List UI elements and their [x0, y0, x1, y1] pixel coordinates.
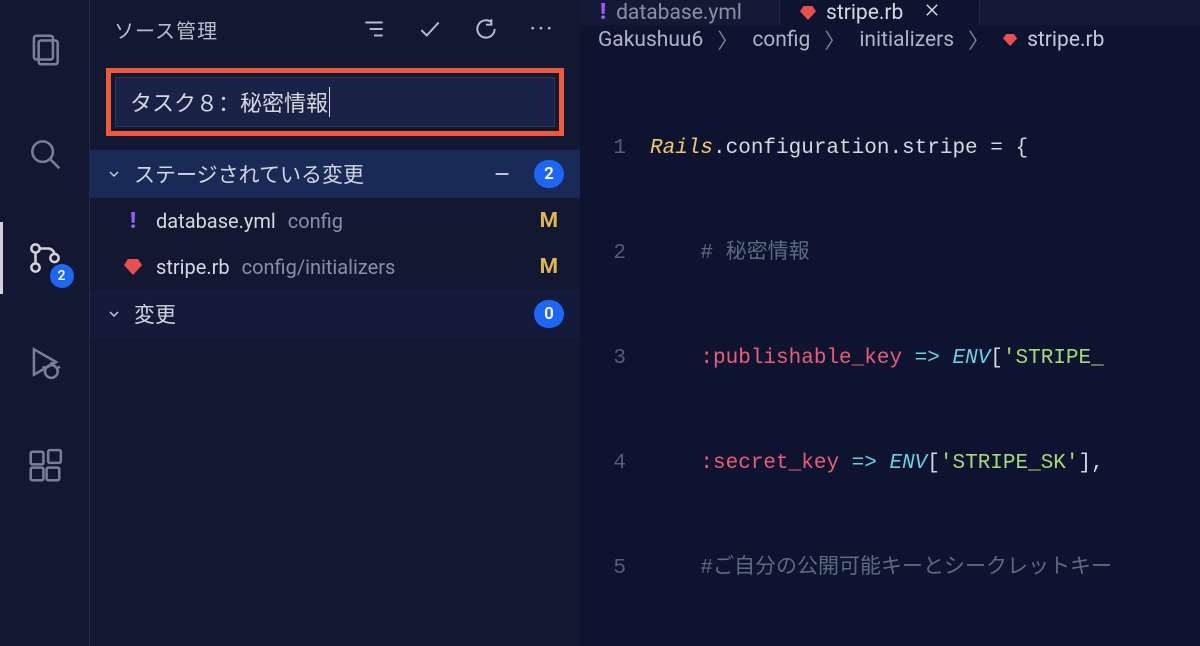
- refresh-button[interactable]: [464, 7, 508, 51]
- file-status: M: [540, 209, 562, 233]
- minus-icon: [491, 163, 513, 185]
- tab-database-yml[interactable]: ! database.yml: [580, 0, 780, 25]
- tab-label: database.yml: [616, 1, 742, 25]
- source-control-activity[interactable]: 2: [0, 222, 90, 294]
- check-icon: [417, 16, 443, 42]
- changes-count-badge: 0: [534, 300, 564, 328]
- search-activity[interactable]: [0, 118, 90, 190]
- ruby-file-icon: [800, 6, 816, 20]
- code-editor[interactable]: 1Rails.configuration.stripe = { 2 # 秘密情報…: [580, 55, 1200, 646]
- line-number: 1: [580, 131, 650, 166]
- file-status: M: [540, 255, 562, 279]
- staged-changes-label: ステージされている変更: [134, 159, 470, 189]
- commit-button[interactable]: [408, 7, 452, 51]
- ruby-file-icon: [122, 256, 144, 278]
- unstage-all-button[interactable]: [480, 152, 524, 196]
- view-as-tree-button[interactable]: [352, 7, 396, 51]
- scm-badge: 2: [50, 264, 74, 288]
- chevron-down-icon: [104, 304, 124, 324]
- tab-label: stripe.rb: [826, 1, 903, 25]
- editor-tabs: ! database.yml stripe.rb: [580, 0, 1200, 25]
- crumb[interactable]: Gakushuu6: [598, 28, 703, 52]
- file-name: database.yml: [156, 209, 276, 233]
- cursor: [329, 87, 330, 117]
- file-path: config/initializers: [242, 255, 396, 279]
- file-path: config: [288, 209, 343, 233]
- refresh-icon: [473, 16, 499, 42]
- file-name: stripe.rb: [156, 255, 230, 279]
- editor-group: ! database.yml stripe.rb Gakushuu6 〉 con…: [580, 0, 1200, 646]
- staged-changes-section[interactable]: ステージされている変更 2: [90, 150, 580, 198]
- chevron-right-icon: 〉: [717, 25, 738, 55]
- crumb[interactable]: config: [752, 28, 810, 52]
- changes-section[interactable]: 変更 0: [90, 290, 580, 338]
- chevron-right-icon: 〉: [968, 25, 989, 55]
- panel-header: ソース管理 ···: [90, 0, 580, 58]
- file-row[interactable]: ! database.yml config M: [90, 198, 580, 244]
- extensions-icon: [26, 447, 64, 485]
- activity-bar: 2: [0, 0, 90, 646]
- line-number: 3: [580, 341, 650, 376]
- source-control-panel: ソース管理 ··· タスク８：秘密情報 ステージされている変更 2: [90, 0, 580, 646]
- panel-title: ソース管理: [114, 15, 340, 44]
- yaml-file-icon: !: [122, 210, 144, 232]
- chevron-right-icon: 〉: [824, 25, 845, 55]
- line-number: 5: [580, 551, 650, 586]
- ruby-file-icon: [1003, 34, 1017, 46]
- extensions-activity[interactable]: [0, 430, 90, 502]
- run-debug-activity[interactable]: [0, 326, 90, 398]
- commit-message-highlight: タスク８：秘密情報: [106, 68, 564, 136]
- crumb-current[interactable]: stripe.rb: [1003, 28, 1104, 52]
- staged-count-badge: 2: [534, 160, 564, 188]
- commit-message-text: タスク８：秘密情報: [130, 86, 328, 118]
- changes-label: 変更: [134, 299, 524, 329]
- more-actions-button[interactable]: ···: [520, 7, 564, 51]
- ellipsis-icon: ···: [530, 15, 555, 43]
- tab-stripe-rb[interactable]: stripe.rb: [780, 0, 980, 25]
- yaml-file-icon: !: [600, 2, 606, 24]
- search-icon: [26, 135, 64, 173]
- line-number: 2: [580, 236, 650, 271]
- close-tab-button[interactable]: [923, 1, 941, 25]
- commit-message-input[interactable]: タスク８：秘密情報: [115, 77, 555, 127]
- explorer-activity[interactable]: [0, 14, 90, 86]
- chevron-down-icon: [104, 164, 124, 184]
- file-row[interactable]: stripe.rb config/initializers M: [90, 244, 580, 290]
- files-icon: [26, 31, 64, 69]
- close-icon: [923, 1, 941, 19]
- debug-icon: [26, 343, 64, 381]
- line-number: 4: [580, 446, 650, 481]
- crumb[interactable]: initializers: [859, 28, 954, 52]
- breadcrumb[interactable]: Gakushuu6 〉 config 〉 initializers 〉 stri…: [580, 25, 1200, 55]
- tree-icon: [361, 16, 387, 42]
